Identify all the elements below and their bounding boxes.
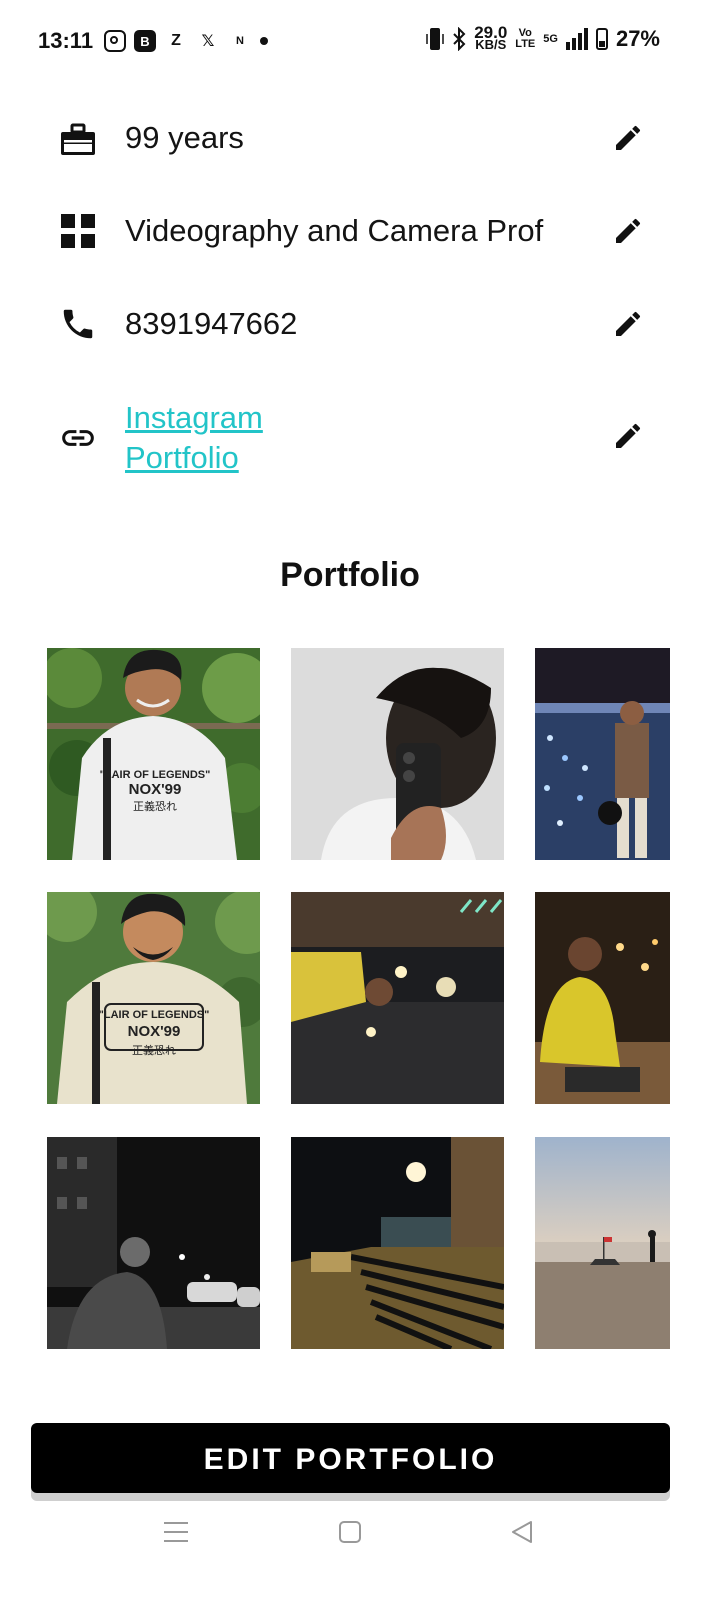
status-time: 13:11 xyxy=(38,28,94,53)
z-app-icon: Z xyxy=(171,32,181,49)
portfolio-photo-7[interactable] xyxy=(47,1137,260,1349)
tshirt-print-line2: NOX'99 xyxy=(129,781,182,798)
system-icons: 29.0 KB/S Vo LTE 5G 27% xyxy=(426,23,660,52)
edit-phone-pencil-icon[interactable] xyxy=(608,304,648,344)
portfolio-photo-9[interactable] xyxy=(535,1137,670,1349)
home-square-icon[interactable] xyxy=(330,1512,370,1552)
bluetooth-icon xyxy=(453,27,466,51)
menu-icon[interactable] xyxy=(156,1512,196,1552)
cartoon-print-line3: 正義恐れ xyxy=(132,1043,176,1057)
experience-text: 99 years xyxy=(125,120,244,155)
portfolio-photo-3[interactable] xyxy=(535,648,670,860)
phone-number: 8391947662 xyxy=(125,306,298,341)
portfolio-photo-4[interactable]: "LAIR OF LEGENDS" NOX'99 正義恐れ xyxy=(47,892,260,1104)
tshirt-print-line1: "LAIR OF LEGENDS" xyxy=(100,769,211,781)
news-app-icon: N xyxy=(236,35,244,47)
status-bar: 13:11 B Z 𝕏 N 29.0 KB/S Vo LTE 5G 27% xyxy=(0,0,716,80)
portfolio-photo-8[interactable] xyxy=(291,1137,504,1349)
vibrate-icon xyxy=(426,28,444,50)
portfolio-title: Portfolio xyxy=(280,556,420,594)
edit-portfolio-button[interactable]: EDIT PORTFOLIO xyxy=(31,1423,670,1493)
portfolio-photo-1[interactable]: "LAIR OF LEGENDS" NOX'99 正義恐れ xyxy=(47,648,260,860)
instagram-icon xyxy=(104,30,126,52)
signal-icon xyxy=(565,28,588,50)
link-row: Instagram Portfolio xyxy=(0,398,716,488)
back-triangle-icon[interactable] xyxy=(502,1512,542,1552)
network-type: 5G xyxy=(543,32,558,45)
link-icon xyxy=(58,418,98,458)
edit-link-pencil-icon[interactable] xyxy=(608,416,648,456)
more-dot-icon xyxy=(260,37,268,45)
edit-experience-pencil-icon[interactable] xyxy=(608,118,648,158)
battery-percent: 27% xyxy=(615,26,660,51)
category-row: Videography and Camera Prof xyxy=(0,203,716,263)
portfolio-photo-2[interactable] xyxy=(291,648,504,860)
edit-category-pencil-icon[interactable] xyxy=(608,211,648,251)
notification-icons: B Z 𝕏 N xyxy=(104,28,268,54)
portfolio-photo-5[interactable] xyxy=(291,892,504,1104)
cartoon-print-line2: NOX'99 xyxy=(128,1023,181,1040)
x-app-icon: 𝕏 xyxy=(201,33,215,50)
network-speed: 29.0 KB/S xyxy=(474,23,508,52)
category-text: Videography and Camera Prof xyxy=(125,213,544,248)
grid-icon xyxy=(58,211,98,251)
system-nav-bar xyxy=(0,1500,716,1600)
experience-row: 99 years xyxy=(0,110,716,170)
portfolio-photo-6[interactable] xyxy=(535,892,670,1104)
briefcase-icon xyxy=(58,120,98,160)
phone-icon xyxy=(58,304,98,344)
instagram-portfolio-link[interactable]: Instagram Portfolio xyxy=(125,398,325,478)
tshirt-print-line3: 正義恐れ xyxy=(133,799,177,813)
b-app-icon: B xyxy=(134,30,156,52)
volte-indicator: Vo LTE xyxy=(515,27,536,50)
phone-row: 8391947662 xyxy=(0,296,716,356)
battery-icon xyxy=(595,28,608,50)
cartoon-print-line1: "LAIR OF LEGENDS" xyxy=(99,1009,210,1021)
